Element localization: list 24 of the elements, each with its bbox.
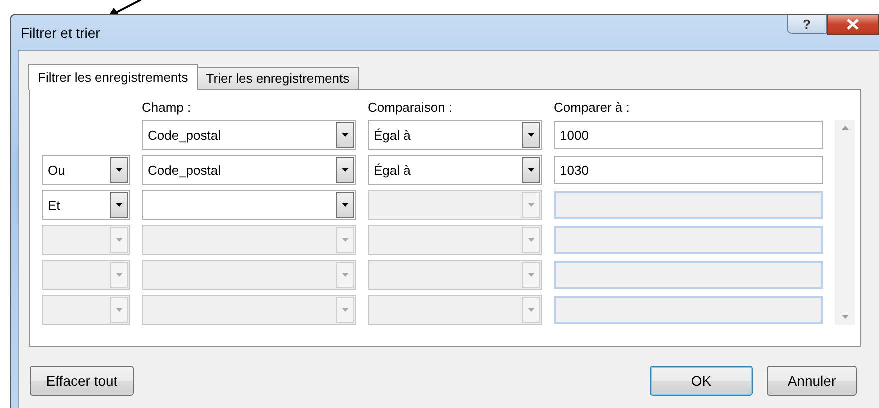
tab[interactable]: Trier les enregistrements — [197, 67, 359, 89]
field-dropdown-value: Code_postal — [148, 162, 222, 178]
clear-all-button[interactable]: Effacer tout — [30, 366, 134, 396]
column-header: Comparaison : — [368, 100, 454, 115]
compare-input[interactable]: 1030 — [554, 156, 823, 184]
connector-dropdown-value: Ou — [48, 162, 66, 178]
tab[interactable]: Filtrer les enregistrements — [28, 64, 198, 90]
comparison-dropdown[interactable]: Égal à — [368, 155, 542, 185]
compare-input[interactable]: 1000 — [554, 121, 823, 149]
field-dropdown[interactable]: Code_postal — [142, 120, 356, 150]
connector-dropdown[interactable]: Ou — [42, 155, 130, 185]
column-header: Champ : — [142, 100, 192, 115]
connector-dropdown-value: Et — [48, 198, 62, 212]
window-title: Filtrer et trier — [21, 24, 102, 40]
help-button[interactable]: ? — [787, 15, 827, 34]
ok-button[interactable]: OK — [650, 366, 753, 396]
comparison-dropdown-value: Égal à — [374, 162, 412, 178]
field-dropdown-value: Code_postal — [148, 128, 222, 142]
comparison-dropdown-value: Égal à — [374, 128, 412, 142]
cancel-button[interactable]: Annuler — [767, 366, 857, 396]
connector-dropdown[interactable]: Et — [42, 190, 130, 220]
comparison-dropdown[interactable]: Égal à — [368, 120, 542, 150]
field-dropdown[interactable]: Code_postal — [142, 155, 356, 185]
column-header: Comparer à : — [554, 100, 631, 115]
